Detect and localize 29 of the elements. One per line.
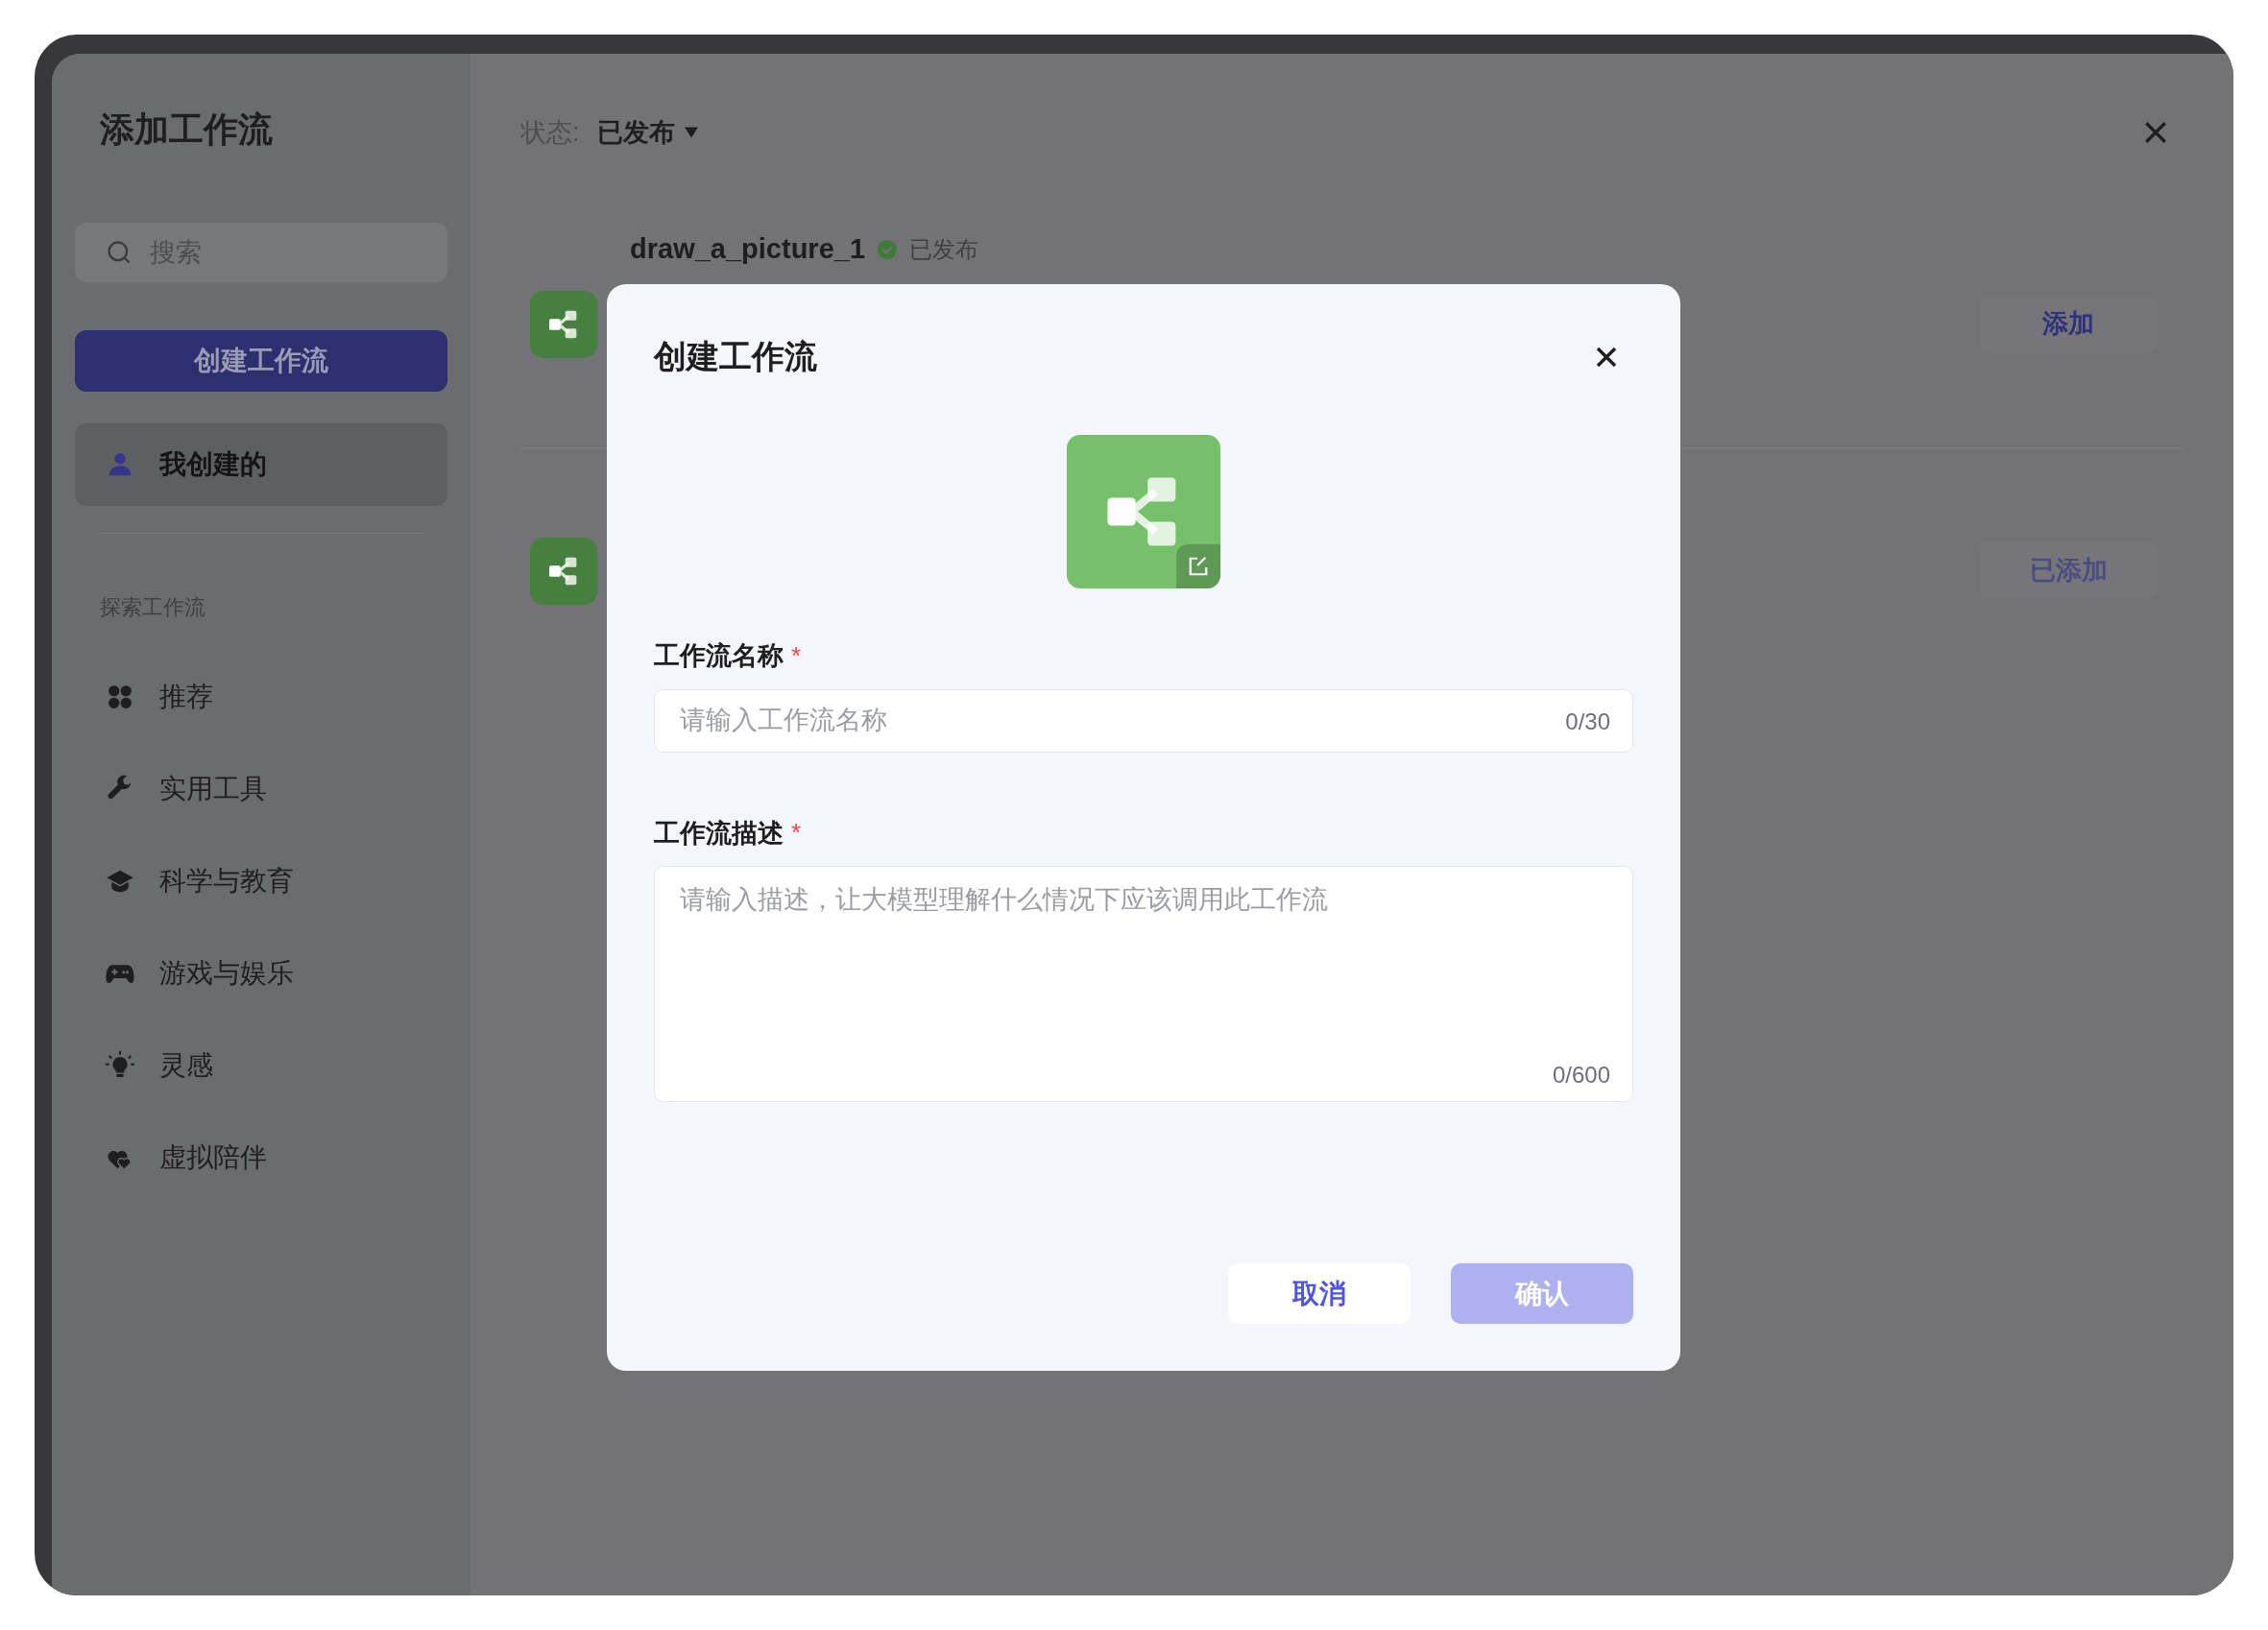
field-label: 工作流描述: [654, 817, 784, 850]
sidebar-item[interactable]: 科学与教育: [75, 840, 447, 923]
cancel-button[interactable]: 取消: [1228, 1263, 1411, 1324]
workflow-avatar[interactable]: [1067, 435, 1220, 588]
field-label: 工作流名称: [654, 640, 784, 672]
panel-title: 添加工作流: [100, 108, 274, 151]
dialog-title: 创建工作流: [654, 337, 817, 376]
edit-icon: [1188, 556, 1209, 577]
sidebar-item[interactable]: 虚拟陪伴: [75, 1116, 447, 1199]
sidebar-item[interactable]: 推荐: [75, 656, 447, 738]
bulb-icon: [106, 1051, 134, 1080]
close-icon[interactable]: [1595, 345, 1618, 369]
sidebar-item[interactable]: 游戏与娱乐: [75, 932, 447, 1015]
required-mark: *: [791, 817, 802, 850]
sidebar-item[interactable]: 实用工具: [75, 748, 447, 830]
workflow-name: draw_a_picture_1: [630, 231, 865, 266]
sidebar-item[interactable]: 我创建的: [75, 423, 447, 506]
char-counter: 0/600: [1552, 1061, 1610, 1090]
add-button[interactable]: 添加: [1980, 295, 2157, 353]
required-mark: *: [791, 639, 802, 672]
grid-icon: [106, 683, 134, 711]
caret-icon: [684, 127, 698, 139]
sidebar-item[interactable]: 灵感: [75, 1024, 447, 1107]
search-icon: [106, 239, 133, 266]
edit-badge[interactable]: [1176, 544, 1220, 588]
check-circle-icon: [877, 238, 898, 260]
create-workflow-button[interactable]: 创建工作流: [75, 330, 447, 392]
char-counter: 0/30: [1565, 707, 1610, 736]
status-dropdown[interactable]: 已发布: [596, 113, 698, 153]
